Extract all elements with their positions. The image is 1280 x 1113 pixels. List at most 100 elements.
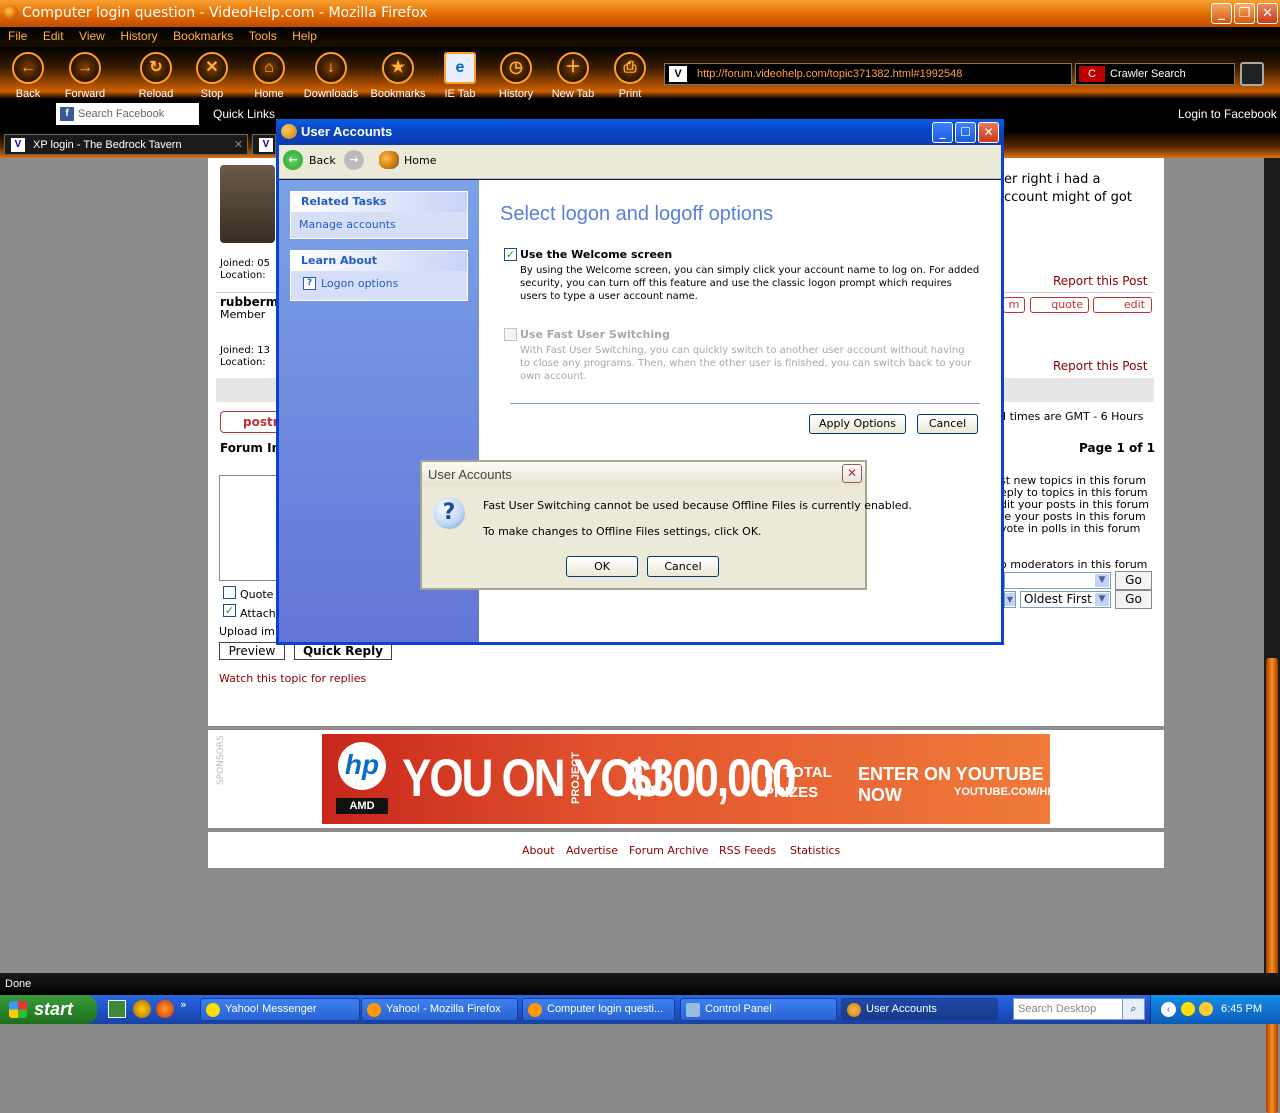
new-tab-button[interactable]: ＋ New Tab [548,52,598,100]
related-tasks-panel: Related Tasks Manage accounts [290,191,468,239]
days-select[interactable]: ▼ [1004,591,1016,608]
welcome-screen-checkbox[interactable]: ✓ [504,248,517,261]
report-post-link[interactable]: Report this Post [1053,359,1147,373]
close-button[interactable]: ✕ [1257,3,1278,24]
user-accounts-title: User Accounts [301,124,393,139]
tab-current[interactable]: V [252,134,276,155]
ua-back-label[interactable]: Back [309,154,336,167]
facebook-search-input[interactable]: f Search Facebook [56,103,199,125]
quick-links-menu[interactable]: Quick Links [213,107,275,121]
restore-toolbar-icon[interactable] [1240,62,1264,86]
jump-select[interactable]: ▼ [1004,572,1111,589]
print-button[interactable]: ⎙ Print [612,52,648,100]
quote-button[interactable]: quote [1030,297,1089,313]
menu-tools[interactable]: Tools [249,27,277,43]
control-panel-icon [686,1003,700,1017]
home-button[interactable]: ⌂ Home [251,52,287,100]
username[interactable]: rubberm [220,295,278,309]
task-user-accounts[interactable]: User Accounts [841,998,998,1021]
forward-arrow-icon[interactable]: → [344,150,364,170]
apply-options-button[interactable]: Apply Options [809,414,906,434]
url-bar[interactable]: V http://forum.videohelp.com/topic371382… [664,63,1072,85]
footer-advertise-link[interactable]: Advertise [566,844,618,857]
search-input[interactable]: C Crawler Search [1075,63,1235,85]
download-icon: ↓ [315,52,347,84]
ua-maximize-button[interactable]: ☐ [955,122,976,143]
hp-banner-ad[interactable]: hp AMD YOU ON YOU PROJECT $300,000 IN TO… [322,734,1055,824]
stop-button[interactable]: ✕ Stop [194,52,230,100]
footer-archive-link[interactable]: Forum Archive [629,844,709,857]
fast-user-switching-checkbox[interactable] [504,328,517,341]
footer-rss-link[interactable]: RSS Feeds [719,844,776,857]
footer-statistics-link[interactable]: Statistics [790,844,840,857]
location: Location: [220,270,266,281]
fast-user-switching-label[interactable]: Use Fast User Switching [520,328,670,341]
start-button[interactable]: start [0,995,97,1024]
bookmarks-button[interactable]: ★ Bookmarks [369,52,427,100]
reload-button[interactable]: ↻ Reload [134,52,178,100]
minimize-button[interactable]: _ [1211,3,1232,24]
quick-reply-textarea[interactable] [219,475,279,581]
dialog-cancel-button[interactable]: Cancel [647,556,719,577]
ua-home-link[interactable]: Home [404,154,436,167]
forward-button[interactable]: → Forward [62,52,108,100]
quote-checkbox[interactable] [223,586,236,599]
dialog-titlebar[interactable]: User Accounts [420,460,867,486]
post-reply-button[interactable]: postre [220,411,287,433]
ok-button[interactable]: OK [566,556,638,577]
tray-icon[interactable] [1199,1002,1213,1016]
tray-collapse-icon[interactable]: ‹ [1161,1002,1176,1017]
order-select[interactable]: Oldest First ▼ [1020,591,1111,608]
menu-file[interactable]: File [8,27,27,43]
login-facebook-link[interactable]: Login to Facebook [1178,107,1277,121]
menu-history[interactable]: History [120,27,157,43]
report-post-link[interactable]: Report this Post [1053,274,1147,288]
menu-edit[interactable]: Edit [43,27,64,43]
menu-view[interactable]: View [79,27,105,43]
back-arrow-icon[interactable]: ← [283,150,303,170]
quick-launch-icon[interactable] [133,1000,151,1018]
quick-launch-overflow-icon[interactable]: » [180,998,187,1011]
chevron-down-icon: ▼ [1095,593,1109,606]
forum-index-link[interactable]: Forum In [220,441,280,455]
messenger-tray-icon[interactable] [1181,1002,1195,1016]
dialog-close-button[interactable]: ✕ [842,464,862,483]
logon-options-label: Logon options [321,277,399,290]
forward-arrow-icon: → [69,52,101,84]
downloads-button[interactable]: ↓ Downloads [302,52,360,100]
go-button[interactable]: Go [1115,571,1152,590]
tab-xp-login[interactable]: V XP login - The Bedrock Tavern ✕ [4,134,248,155]
ua-close-button[interactable]: ✕ [978,122,999,143]
back-button[interactable]: ← Back [10,52,46,100]
ua-minimize-button[interactable]: _ [932,122,953,143]
learn-about-header: Learn About [291,251,467,271]
scrollbar-thumb[interactable] [1266,658,1278,1113]
task-computer-login[interactable]: Computer login questi... [522,998,675,1021]
ie-tab-button[interactable]: e IE Tab [440,52,480,100]
pm-button[interactable]: m [1003,297,1025,313]
go-button[interactable]: Go [1115,590,1152,609]
logon-options-link[interactable]: ? Logon options [291,271,467,296]
search-icon[interactable]: ⌕ [1122,999,1144,1019]
page-scrollbar[interactable] [1264,158,1280,1113]
task-control-panel[interactable]: Control Panel [680,998,837,1021]
menu-help[interactable]: Help [292,27,317,43]
restore-button[interactable]: ❐ [1234,3,1255,24]
status-text: Done [5,978,32,990]
history-button[interactable]: ◷ History [495,52,537,100]
task-yahoo-firefox[interactable]: Yahoo! - Mozilla Firefox [361,998,518,1021]
menu-bookmarks[interactable]: Bookmarks [173,27,233,43]
user-accounts-titlebar[interactable]: User Accounts [276,119,1004,145]
desktop-search-input[interactable]: Search Desktop ⌕ [1013,998,1145,1020]
cancel-button[interactable]: Cancel [917,414,978,434]
welcome-screen-label[interactable]: Use the Welcome screen [520,248,672,261]
task-yahoo-messenger[interactable]: Yahoo! Messenger [200,998,360,1021]
watch-topic-link[interactable]: Watch this topic for replies [219,672,366,685]
footer-about-link[interactable]: About [522,844,555,857]
quick-launch-icon[interactable] [108,1000,126,1018]
attach-checkbox[interactable]: ✓ [223,604,236,617]
quick-launch-icon[interactable] [156,1000,174,1018]
edit-button[interactable]: edit [1093,297,1152,313]
tab-close-icon[interactable]: ✕ [234,135,243,155]
manage-accounts-link[interactable]: Manage accounts [291,212,467,237]
